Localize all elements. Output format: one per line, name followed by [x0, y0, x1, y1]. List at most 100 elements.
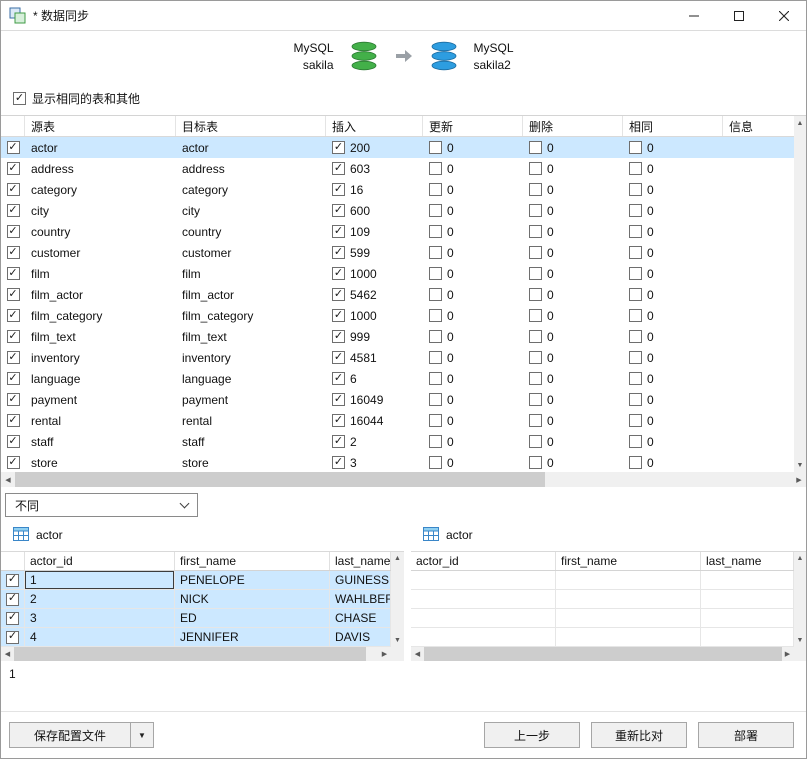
- row-checkbox[interactable]: [6, 351, 20, 364]
- insert-checkbox[interactable]: [332, 414, 345, 427]
- identical-checkbox[interactable]: [629, 288, 642, 301]
- column-header-last-name[interactable]: last_name: [330, 552, 391, 570]
- identical-checkbox[interactable]: [629, 372, 642, 385]
- recompare-button[interactable]: 重新比对: [591, 722, 687, 748]
- scroll-left-icon[interactable]: [1, 647, 14, 661]
- last-name-cell[interactable]: CHASE: [330, 609, 391, 627]
- filter-dropdown[interactable]: 不同: [5, 493, 198, 517]
- update-checkbox[interactable]: [429, 456, 442, 469]
- insert-checkbox[interactable]: [332, 183, 345, 196]
- deploy-button[interactable]: 部署: [698, 722, 794, 748]
- insert-checkbox[interactable]: [332, 330, 345, 343]
- identical-checkbox[interactable]: [629, 330, 642, 343]
- scroll-left-icon[interactable]: [411, 647, 424, 661]
- insert-checkbox[interactable]: [332, 246, 345, 259]
- delete-checkbox[interactable]: [529, 456, 542, 469]
- insert-checkbox[interactable]: [332, 393, 345, 406]
- delete-checkbox[interactable]: [529, 351, 542, 364]
- scrollbar-track[interactable]: [15, 472, 792, 487]
- table-row[interactable]: film_textfilm_text999000: [1, 326, 794, 347]
- close-button[interactable]: [761, 1, 806, 30]
- scrollbar-track[interactable]: [391, 565, 404, 634]
- row-checkbox[interactable]: [6, 414, 20, 427]
- right-grid-horizontal-scrollbar[interactable]: [411, 647, 794, 661]
- record-select-column[interactable]: [1, 552, 25, 570]
- scrollbar-track[interactable]: [794, 130, 806, 458]
- update-checkbox[interactable]: [429, 183, 442, 196]
- column-header-target[interactable]: 目标表: [176, 116, 326, 136]
- update-checkbox[interactable]: [429, 141, 442, 154]
- identical-checkbox[interactable]: [629, 204, 642, 217]
- last-name-cell[interactable]: DAVIS: [330, 628, 391, 646]
- column-header-update[interactable]: 更新: [423, 116, 523, 136]
- record-checkbox[interactable]: [6, 592, 19, 606]
- column-header-insert[interactable]: 插入: [326, 116, 423, 136]
- record-row[interactable]: 4JENNIFERDAVIS: [1, 628, 391, 647]
- scrollbar-track[interactable]: [794, 565, 806, 634]
- scrollbar-thumb[interactable]: [14, 647, 366, 661]
- table-row[interactable]: addressaddress603000: [1, 158, 794, 179]
- delete-checkbox[interactable]: [529, 288, 542, 301]
- identical-checkbox[interactable]: [629, 456, 642, 469]
- table-row[interactable]: customercustomer599000: [1, 242, 794, 263]
- row-checkbox[interactable]: [6, 204, 20, 217]
- delete-checkbox[interactable]: [529, 414, 542, 427]
- left-grid-horizontal-scrollbar[interactable]: [1, 647, 391, 661]
- right-grid-vertical-scrollbar[interactable]: [794, 552, 806, 647]
- scrollbar-thumb[interactable]: [15, 472, 545, 487]
- record-checkbox[interactable]: [6, 630, 19, 644]
- row-checkbox[interactable]: [6, 225, 20, 238]
- table-row[interactable]: paymentpayment16049000: [1, 389, 794, 410]
- column-header-source[interactable]: 源表: [25, 116, 176, 136]
- table-row[interactable]: film_categoryfilm_category1000000: [1, 305, 794, 326]
- minimize-button[interactable]: [671, 1, 716, 30]
- delete-checkbox[interactable]: [529, 204, 542, 217]
- identical-checkbox[interactable]: [629, 141, 642, 154]
- last-name-cell[interactable]: GUINESS: [330, 571, 391, 589]
- table-row[interactable]: countrycountry109000: [1, 221, 794, 242]
- delete-checkbox[interactable]: [529, 393, 542, 406]
- insert-checkbox[interactable]: [332, 141, 345, 154]
- show-identical-checkbox[interactable]: 显示相同的表和其他: [13, 90, 140, 107]
- save-profile-button[interactable]: 保存配置文件: [9, 722, 131, 748]
- record-checkbox[interactable]: [6, 611, 19, 625]
- update-checkbox[interactable]: [429, 372, 442, 385]
- insert-checkbox[interactable]: [332, 351, 345, 364]
- table-row[interactable]: storestore3000: [1, 452, 794, 472]
- insert-checkbox[interactable]: [332, 288, 345, 301]
- table-row[interactable]: film_actorfilm_actor5462000: [1, 284, 794, 305]
- update-checkbox[interactable]: [429, 393, 442, 406]
- row-checkbox[interactable]: [6, 435, 20, 448]
- delete-checkbox[interactable]: [529, 330, 542, 343]
- update-checkbox[interactable]: [429, 267, 442, 280]
- row-checkbox[interactable]: [6, 183, 20, 196]
- update-checkbox[interactable]: [429, 309, 442, 322]
- identical-checkbox[interactable]: [629, 414, 642, 427]
- insert-checkbox[interactable]: [332, 162, 345, 175]
- column-header-identical[interactable]: 相同: [623, 116, 723, 136]
- table-row[interactable]: staffstaff2000: [1, 431, 794, 452]
- delete-checkbox[interactable]: [529, 141, 542, 154]
- identical-checkbox[interactable]: [629, 435, 642, 448]
- scroll-right-icon[interactable]: [378, 647, 391, 661]
- delete-checkbox[interactable]: [529, 225, 542, 238]
- actor-id-cell[interactable]: 4: [25, 628, 175, 646]
- row-checkbox[interactable]: [6, 288, 20, 301]
- table-row[interactable]: languagelanguage6000: [1, 368, 794, 389]
- save-profile-dropdown-button[interactable]: [130, 722, 154, 748]
- first-name-cell[interactable]: ED: [175, 609, 330, 627]
- delete-checkbox[interactable]: [529, 183, 542, 196]
- record-row[interactable]: 3EDCHASE: [1, 609, 391, 628]
- column-header-first-name[interactable]: first_name: [556, 552, 701, 570]
- update-checkbox[interactable]: [429, 351, 442, 364]
- identical-checkbox[interactable]: [629, 225, 642, 238]
- scroll-up-icon[interactable]: [794, 116, 806, 130]
- scroll-up-icon[interactable]: [391, 552, 404, 565]
- update-checkbox[interactable]: [429, 414, 442, 427]
- update-checkbox[interactable]: [429, 330, 442, 343]
- actor-id-cell[interactable]: 1: [25, 571, 175, 589]
- table-row[interactable]: filmfilm1000000: [1, 263, 794, 284]
- scroll-down-icon[interactable]: [794, 458, 806, 472]
- identical-checkbox[interactable]: [629, 393, 642, 406]
- previous-step-button[interactable]: 上一步: [484, 722, 580, 748]
